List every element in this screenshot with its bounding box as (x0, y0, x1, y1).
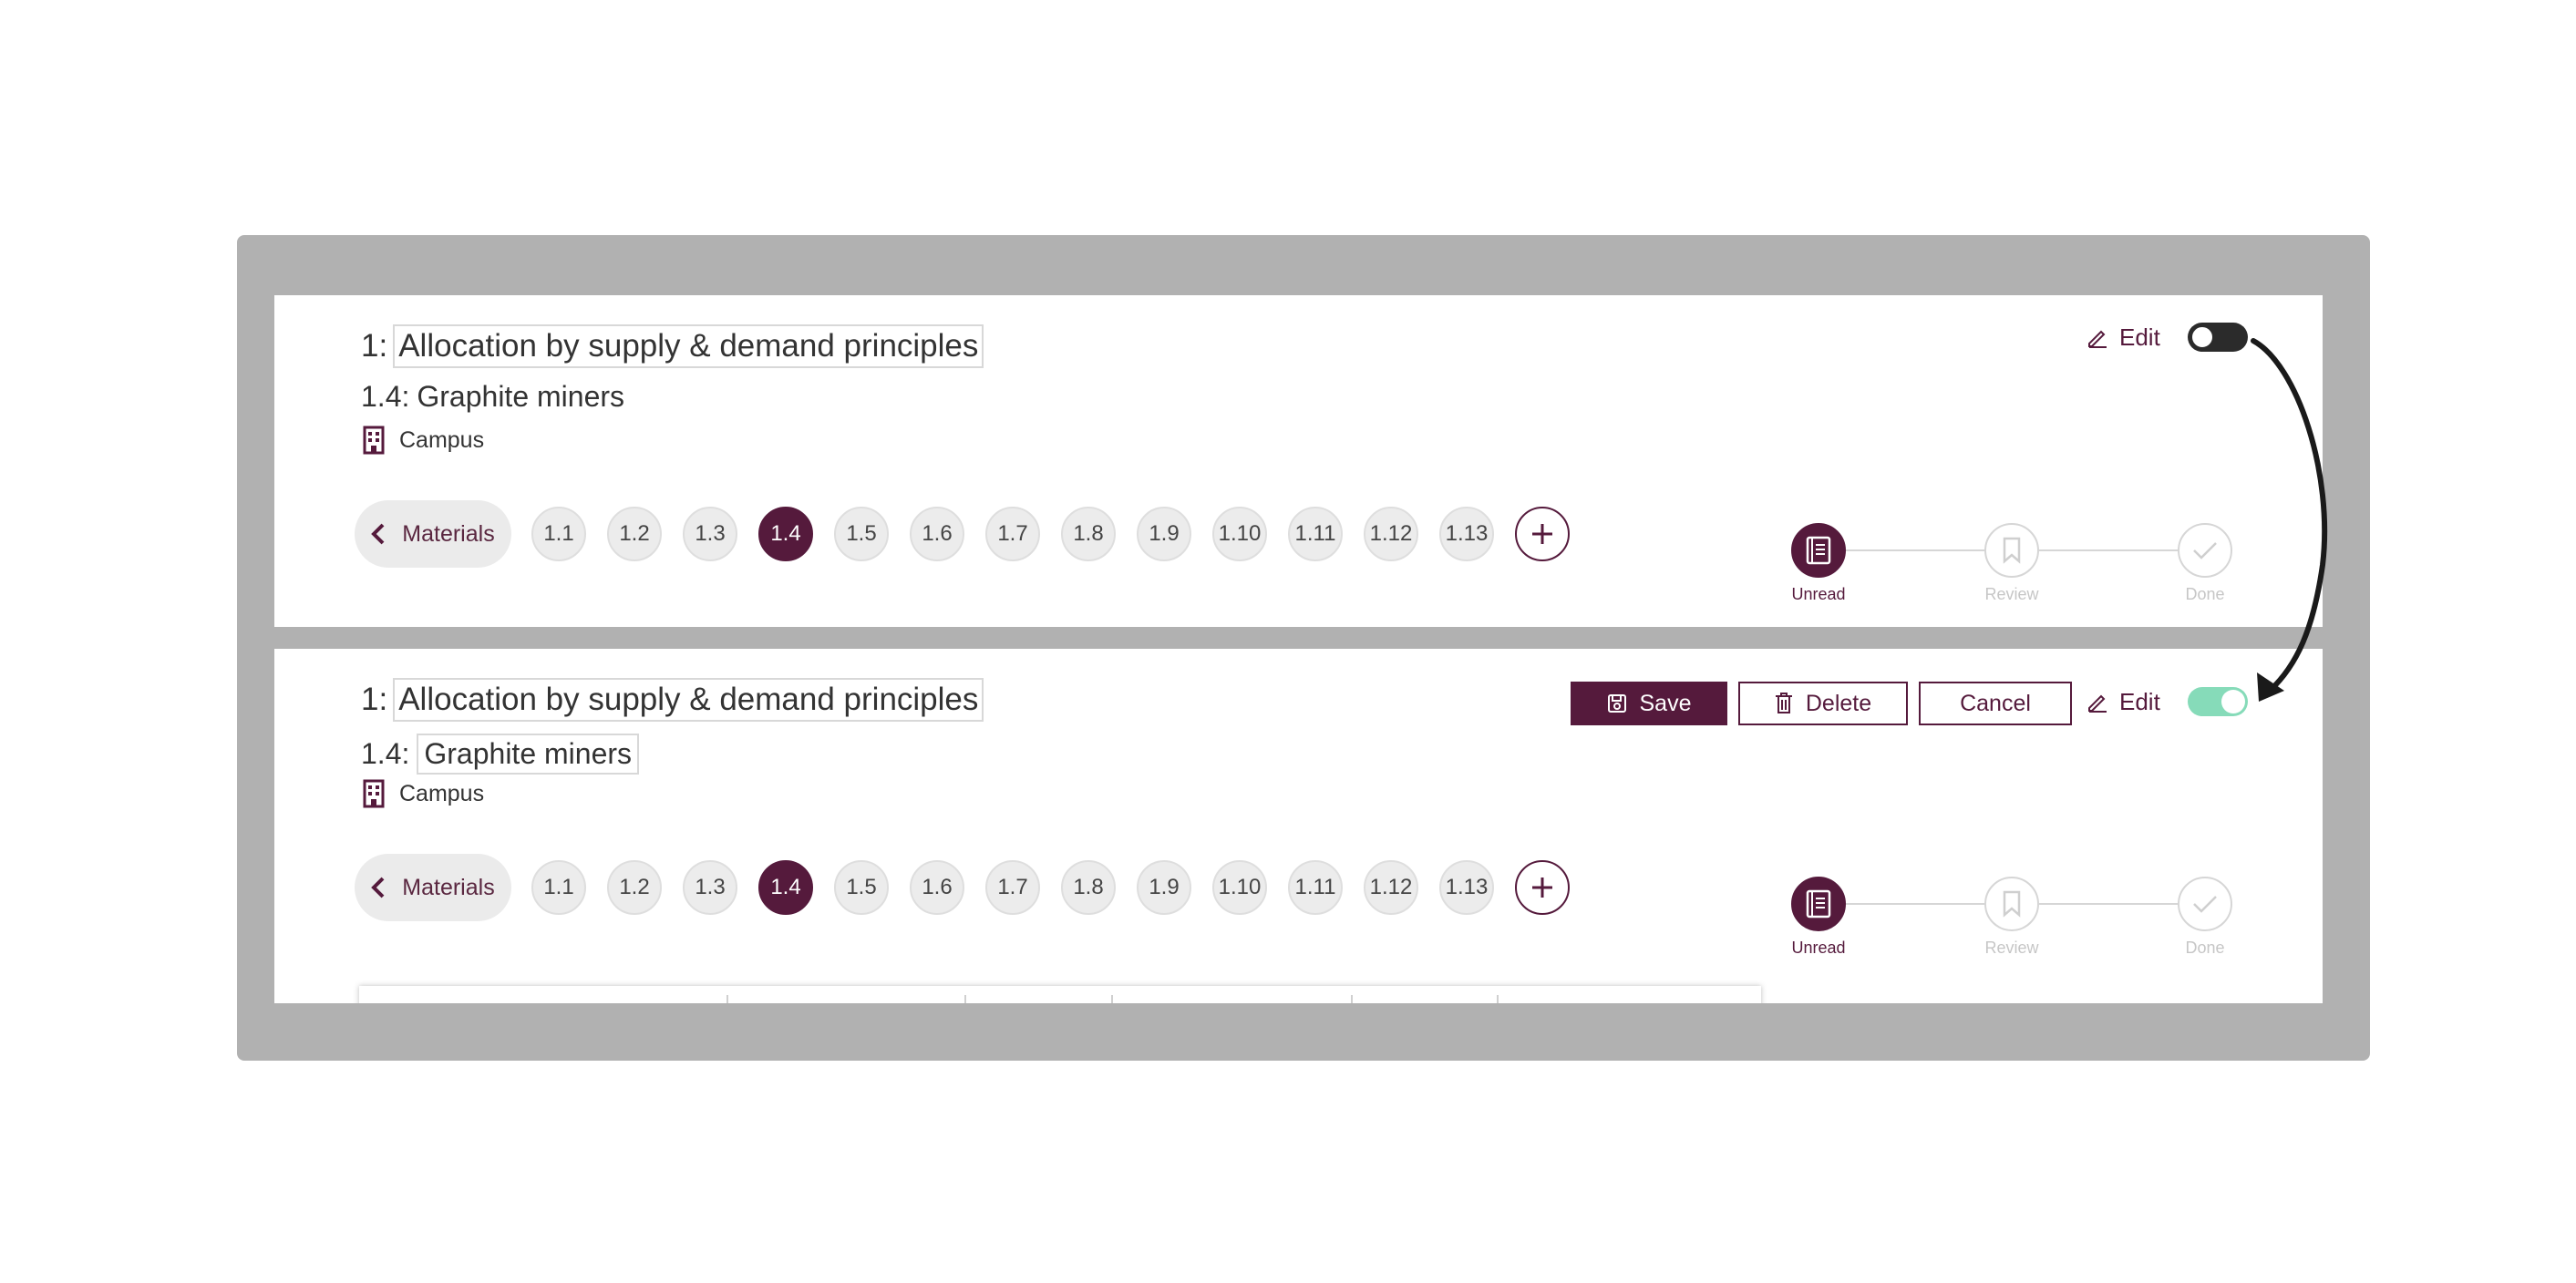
curved-arrow-icon (2251, 338, 2328, 702)
